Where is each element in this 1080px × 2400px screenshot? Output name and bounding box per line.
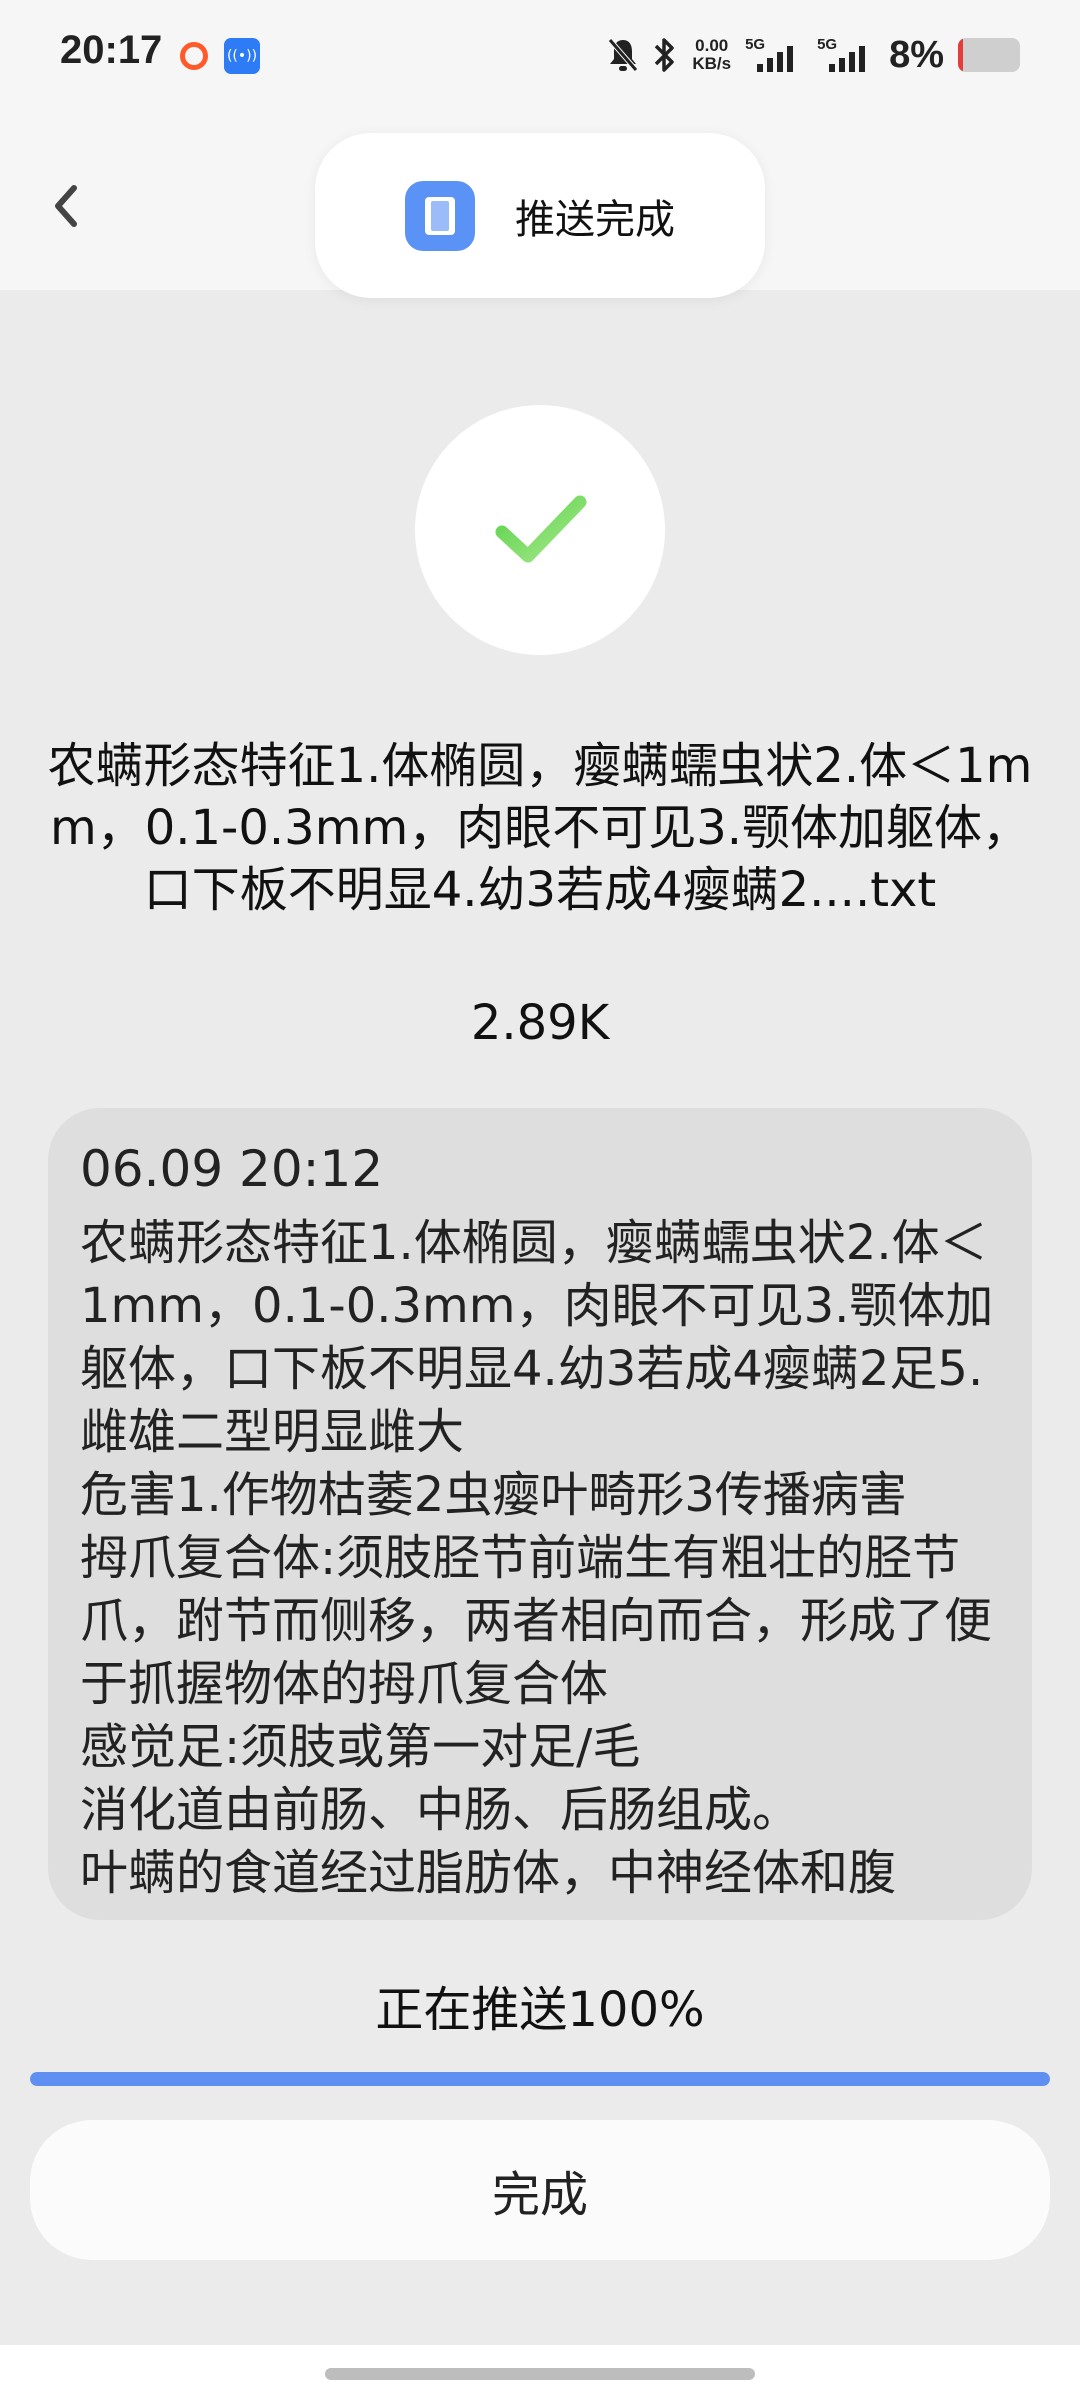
success-indicator bbox=[415, 405, 665, 655]
mute-bell-icon bbox=[608, 38, 639, 72]
battery-icon bbox=[958, 38, 1020, 72]
status-bar: 20:17 ((•)) 0.00 KB/s 5G 5G 8% bbox=[0, 0, 1080, 110]
net-speed: 0.00 KB/s bbox=[692, 37, 731, 73]
back-button[interactable] bbox=[40, 170, 90, 240]
net-speed-value: 0.00 bbox=[695, 36, 729, 55]
signal-icon: 5G bbox=[745, 36, 803, 74]
file-preview-card: 06.09 20:12 农螨形态特征1.体椭圆，瘿螨蠕虫状2.体＜1mm，0.1… bbox=[48, 1108, 1032, 1920]
title-pill: 推送完成 bbox=[315, 133, 765, 298]
app-icon bbox=[405, 181, 475, 251]
status-icons: 0.00 KB/s 5G 5G 8% bbox=[608, 30, 1020, 80]
preview-text: 农螨形态特征1.体椭圆，瘿螨蠕虫状2.体＜1mm，0.1-0.3mm，肉眼不可见… bbox=[80, 1215, 994, 1901]
progress-fill bbox=[30, 2072, 1050, 2086]
done-button[interactable]: 完成 bbox=[30, 2120, 1050, 2260]
home-indicator[interactable] bbox=[325, 2368, 755, 2380]
progress-label: 正在推送100% bbox=[375, 1982, 705, 2038]
preview-date: 06.09 20:12 bbox=[80, 1140, 384, 1198]
check-icon bbox=[495, 495, 587, 563]
net-speed-unit: KB/s bbox=[692, 54, 732, 73]
chevron-left-icon bbox=[55, 185, 77, 227]
bluetooth-icon bbox=[655, 38, 675, 72]
progress-bar bbox=[30, 2072, 1050, 2086]
file-name: 农螨形态特征1.体椭圆，瘿螨蠕虫状2.体＜1mm，0.1-0.3mm，肉眼不可见… bbox=[47, 738, 1033, 918]
page-title: 推送完成 bbox=[515, 197, 675, 243]
battery-percent: 8% bbox=[889, 33, 944, 76]
hotspot-badge-icon: ((•)) bbox=[224, 38, 260, 74]
signal-icon: 5G bbox=[817, 36, 875, 74]
ring-notification-icon bbox=[180, 42, 208, 70]
file-size: 2.89K bbox=[470, 995, 610, 1051]
status-time: 20:17 bbox=[60, 28, 163, 72]
battery-fill bbox=[958, 38, 963, 72]
